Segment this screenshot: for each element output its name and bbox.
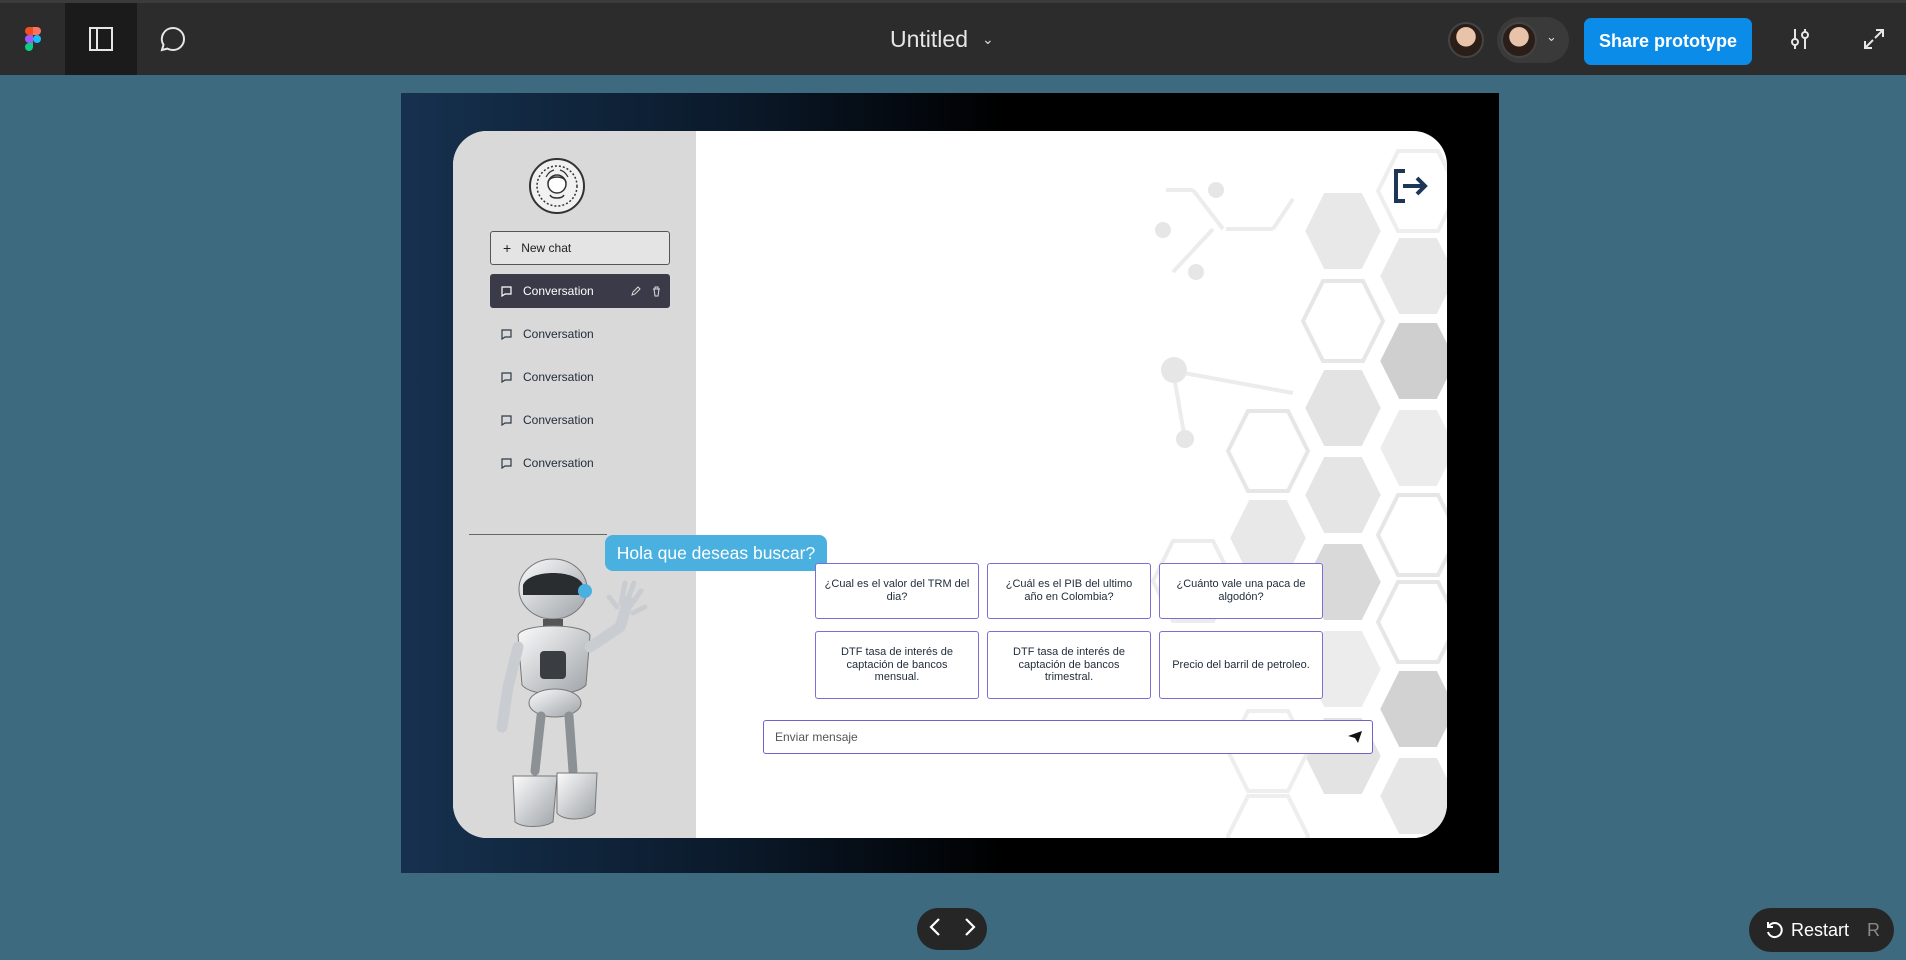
chat-bubble-icon [501, 371, 512, 383]
chevron-left-icon[interactable] [928, 917, 942, 942]
trash-icon[interactable] [651, 286, 662, 297]
chevron-down-icon: ⌄ [1546, 29, 1557, 44]
chevron-right-icon[interactable] [963, 917, 977, 942]
new-chat-label: New chat [521, 241, 572, 255]
send-button[interactable] [1338, 721, 1372, 753]
conversation-label: Conversation [523, 327, 594, 341]
conversation-label: Conversation [523, 370, 594, 384]
restart-label: Restart [1791, 919, 1850, 940]
suggestion-card[interactable]: DTF tasa de interés de captación de banc… [987, 631, 1151, 699]
suggestion-card[interactable]: DTF tasa de interés de captación de banc… [815, 631, 979, 699]
suggestion-card[interactable]: ¿Cuál es el PIB del ultimo año en Colomb… [987, 563, 1151, 619]
brand-logo [529, 158, 585, 214]
sidebar-icon [89, 27, 113, 51]
comment-icon [160, 26, 185, 52]
conversation-item[interactable]: Conversation [490, 360, 670, 394]
sidebar: + New chat Conversation Conversation Con… [453, 131, 696, 838]
conversation-item[interactable]: Conversation [490, 274, 670, 308]
chat-bubble-icon [501, 328, 512, 340]
chevron-down-icon: ⌄ [981, 30, 994, 47]
fullscreen-button[interactable] [1846, 3, 1902, 75]
conversation-label: Conversation [523, 413, 594, 427]
message-input[interactable] [764, 729, 1338, 745]
logout-icon[interactable] [1389, 165, 1431, 207]
comment-button[interactable] [137, 3, 209, 75]
conversation-item[interactable]: Conversation [490, 403, 670, 437]
file-title: Untitled [890, 25, 968, 52]
chat-app: + New chat Conversation Conversation Con… [453, 131, 1447, 838]
restart-icon [1767, 922, 1783, 939]
settings-sliders-icon [1791, 29, 1809, 49]
new-chat-button[interactable]: + New chat [490, 231, 670, 265]
message-input-bar [763, 720, 1373, 754]
file-title-menu[interactable]: Untitled ⌄ [890, 3, 994, 75]
restart-button[interactable]: Restart R [1749, 908, 1894, 952]
avatar [1501, 22, 1537, 58]
figma-logo[interactable] [0, 3, 65, 75]
chat-bubble-icon [501, 285, 512, 297]
fullscreen-icon [1864, 29, 1884, 49]
sidebar-toggle-button[interactable] [65, 3, 137, 75]
share-prototype-button[interactable]: Share prototype [1584, 18, 1752, 65]
suggestion-card[interactable]: ¿Cual es el valor del TRM del dia? [815, 563, 979, 619]
greeting-bubble: Hola que deseas buscar? [605, 535, 827, 571]
settings-button[interactable] [1772, 3, 1828, 75]
conversation-label: Conversation [523, 456, 594, 470]
suggestion-card[interactable]: Precio del barril de petroleo. [1159, 631, 1323, 699]
restart-shortcut: R [1867, 919, 1881, 940]
avatar-menu[interactable]: ⌄ [1497, 17, 1569, 63]
avatar[interactable] [1448, 22, 1484, 58]
divider [469, 534, 607, 535]
prototype-navigation [917, 908, 987, 950]
plus-icon: + [503, 240, 512, 256]
chat-bubble-icon [501, 457, 512, 469]
send-icon [1348, 731, 1362, 743]
suggestion-card[interactable]: ¿Cuánto vale una paca de algodón? [1159, 563, 1323, 619]
conversation-item[interactable]: Conversation [490, 446, 670, 480]
edit-icon[interactable] [630, 285, 641, 297]
conversation-label: Conversation [523, 284, 594, 298]
robot-illustration [496, 558, 648, 827]
toolbar: Untitled ⌄ ⌄ Share prototype [0, 0, 1906, 75]
conversation-item[interactable]: Conversation [490, 317, 670, 351]
chat-bubble-icon [501, 414, 512, 426]
